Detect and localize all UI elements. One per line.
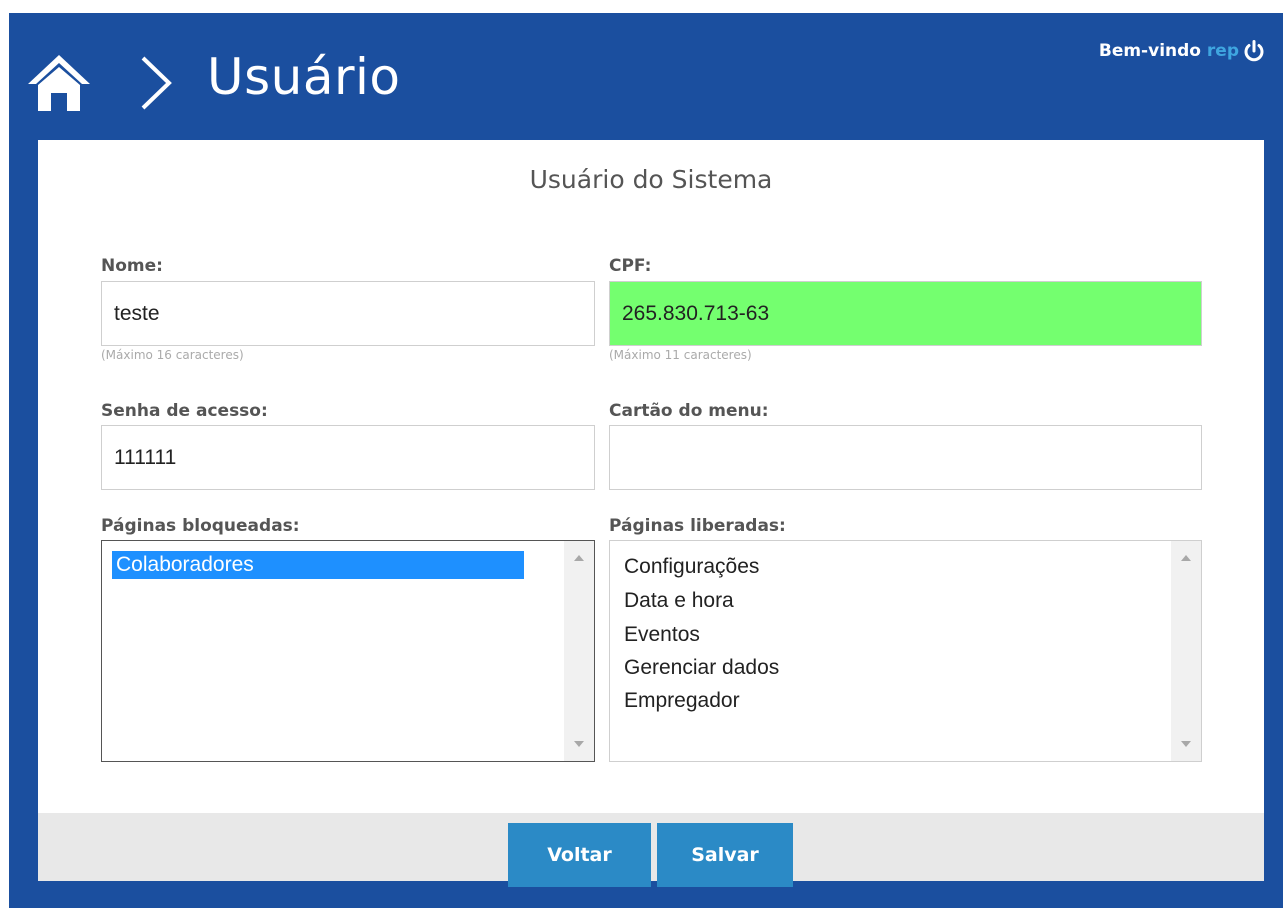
nome-field[interactable] [101,281,595,346]
page-title: Usuário [207,48,401,106]
cartao-label: Cartão do menu: [609,401,769,421]
cpf-field[interactable] [609,281,1202,346]
allowed-pages-list[interactable]: Configurações Data e hora Eventos Gerenc… [609,540,1202,762]
blocked-pages-label: Páginas bloqueadas: [101,516,300,536]
scroll-up-arrow-icon[interactable] [1181,555,1191,561]
form-footer: Voltar Salvar [38,813,1264,887]
welcome-message: Bem-vindo rep [1099,38,1239,64]
allowed-list-scrollbar[interactable] [1171,541,1201,761]
power-icon[interactable] [1243,40,1265,62]
scroll-down-arrow-icon[interactable] [1181,741,1191,747]
chevron-right-icon [141,56,172,110]
allowed-pages-label: Páginas liberadas: [609,516,786,536]
form-title: Usuário do Sistema [529,165,773,194]
nome-label: Nome: [101,256,163,276]
nome-hint: (Máximo 16 caracteres) [101,348,244,362]
header: Usuário Bem-vindo rep [9,13,1283,140]
username: rep [1206,41,1239,61]
app-frame: Usuário Bem-vindo rep Usuário do Sistema… [9,13,1283,908]
cpf-label: CPF: [609,256,652,276]
cartao-field[interactable] [609,425,1202,490]
blocked-pages-list[interactable]: Colaboradores [101,540,595,762]
save-button[interactable]: Salvar [657,823,793,887]
senha-field[interactable] [101,425,595,490]
list-item[interactable]: Gerenciar dados [624,654,779,682]
back-button[interactable]: Voltar [508,823,651,887]
list-item[interactable]: Empregador [624,687,740,715]
cpf-hint: (Máximo 11 caracteres) [609,348,752,362]
scroll-down-arrow-icon[interactable] [574,741,584,747]
blocked-list-scrollbar[interactable] [564,541,594,761]
list-item[interactable]: Eventos [624,621,700,649]
home-icon[interactable] [26,53,92,113]
user-form-panel: Usuário do Sistema Nome: (Máximo 16 cara… [38,140,1264,887]
scroll-up-arrow-icon[interactable] [574,555,584,561]
senha-label: Senha de acesso: [101,401,268,421]
welcome-text: Bem-vindo [1098,41,1201,61]
list-item[interactable]: Data e hora [624,587,734,615]
list-item[interactable]: Configurações [624,553,759,581]
list-item-colaboradores[interactable]: Colaboradores [112,551,524,579]
